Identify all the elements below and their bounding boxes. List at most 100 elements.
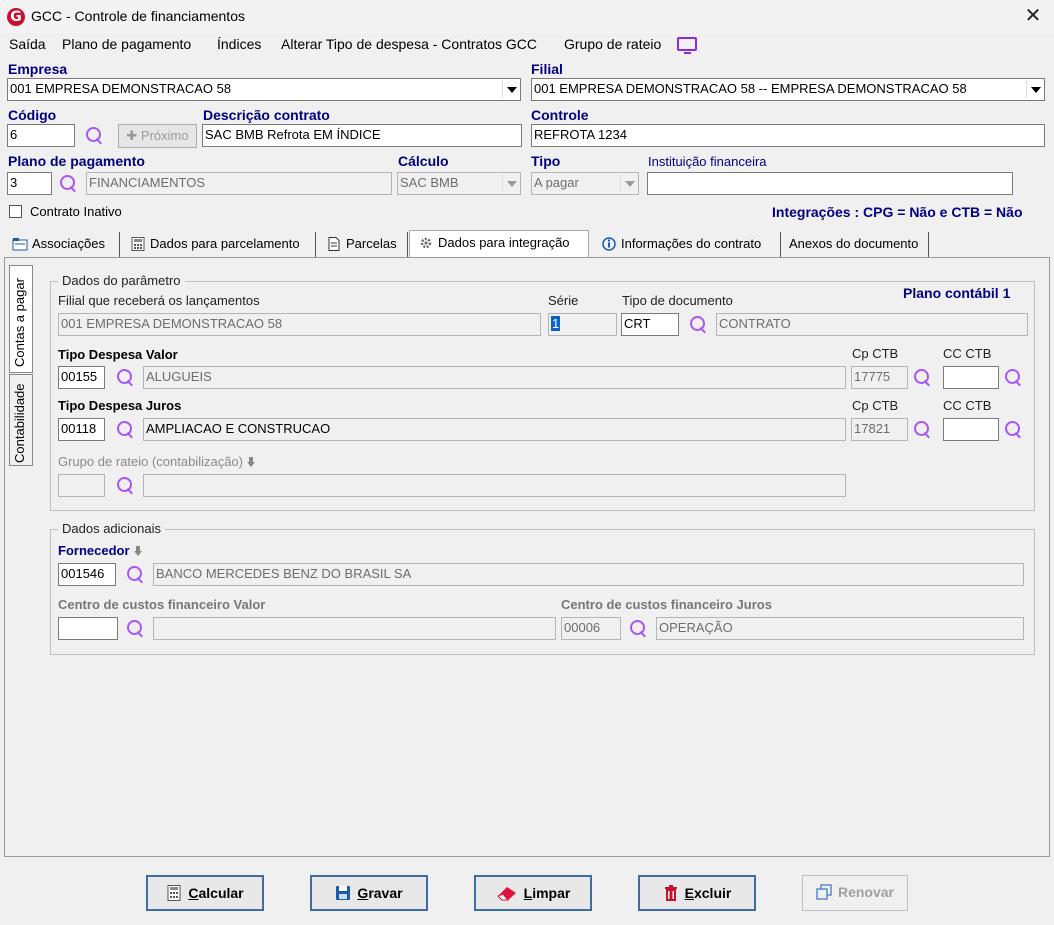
controle-input[interactable]: REFROTA 1234 bbox=[531, 124, 1045, 147]
cp-ctb-label: Cp CTB bbox=[852, 346, 899, 361]
renovar-button[interactable]: Renovar bbox=[802, 875, 908, 911]
instituicao-input[interactable] bbox=[647, 172, 1013, 195]
fornecedor-label: Fornecedor bbox=[58, 543, 142, 558]
search-icon[interactable] bbox=[125, 564, 147, 586]
instituicao-label: Instituição financeira bbox=[648, 154, 767, 169]
calculo-value: SAC BMB bbox=[400, 175, 459, 190]
empresa-select[interactable]: 001 EMPRESA DEMONSTRACAO 58 bbox=[7, 78, 521, 101]
despesa-valor-label: Tipo Despesa Valor bbox=[58, 347, 178, 362]
tab-label: Anexos do documento bbox=[789, 236, 919, 251]
gravar-label: ravar bbox=[368, 885, 403, 901]
chevron-down-icon[interactable] bbox=[502, 80, 519, 98]
proximo-button[interactable]: ✚ Próximo bbox=[118, 124, 197, 148]
search-icon[interactable] bbox=[115, 419, 137, 441]
calcular-button[interactable]: Calcular bbox=[146, 875, 264, 911]
search-icon[interactable] bbox=[1003, 419, 1025, 441]
calculo-label: Cálculo bbox=[398, 153, 449, 169]
chevron-down-icon bbox=[620, 174, 637, 192]
search-icon[interactable] bbox=[115, 475, 137, 497]
excluir-mnemonic: E bbox=[684, 885, 694, 901]
fornecedor-name-field: BANCO MERCEDES BENZ DO BRASIL SA bbox=[153, 563, 1024, 586]
gear-icon bbox=[420, 237, 432, 249]
trash-icon bbox=[664, 885, 677, 901]
tab-anexos-documento[interactable]: Anexos do documento bbox=[783, 232, 929, 258]
arrow-down-icon bbox=[247, 457, 255, 467]
descricao-input[interactable]: SAC BMB Refrota EM ÍNDICE bbox=[202, 124, 522, 147]
integracoes-status: Integrações : CPG = Não e CTB = Não bbox=[772, 204, 1023, 220]
menu-plano-pagamento[interactable]: Plano de pagamento bbox=[62, 36, 191, 52]
plano-label: Plano de pagamento bbox=[8, 153, 145, 169]
despesa-juros-label: Tipo Despesa Juros bbox=[58, 398, 182, 413]
search-icon[interactable] bbox=[1003, 367, 1025, 389]
search-icon[interactable] bbox=[688, 314, 710, 336]
tab-label: Dados para integração bbox=[438, 235, 570, 250]
cc-ctb-label: CC CTB bbox=[943, 346, 992, 361]
chevron-down-icon[interactable] bbox=[1026, 80, 1043, 98]
cc-ctb-input[interactable] bbox=[943, 366, 999, 389]
proximo-label: Próximo bbox=[140, 128, 189, 143]
plano-code-input[interactable]: 3 bbox=[7, 172, 52, 195]
search-icon[interactable] bbox=[628, 618, 650, 640]
menu-grupo-rateio[interactable]: Grupo de rateio bbox=[564, 36, 661, 52]
tab-dados-parcelamento[interactable]: Dados para parcelamento bbox=[122, 232, 316, 258]
excluir-button[interactable]: Excluir bbox=[638, 875, 756, 911]
search-icon[interactable] bbox=[115, 367, 137, 389]
save-icon bbox=[336, 886, 351, 900]
tab-parcelas[interactable]: Parcelas bbox=[318, 232, 408, 258]
vtab-label: Contabilidade bbox=[12, 383, 27, 463]
calcular-mnemonic: C bbox=[188, 885, 199, 901]
tab-informacoes-contrato[interactable]: Informações do contrato bbox=[593, 232, 781, 258]
tab-associacoes[interactable]: Associações bbox=[4, 232, 120, 258]
window-title: GCC - Controle de financiamentos bbox=[31, 8, 245, 24]
limpar-button[interactable]: Limpar bbox=[474, 875, 592, 911]
cp-ctb-label: Cp CTB bbox=[852, 398, 899, 413]
search-icon[interactable] bbox=[912, 419, 934, 441]
grupo-rateio-label-text: Grupo de rateio (contabilização) bbox=[58, 454, 243, 469]
menu-saida[interactable]: Saída bbox=[9, 36, 46, 52]
despesa-juros-code-input[interactable]: 00118 bbox=[58, 418, 105, 441]
search-icon[interactable] bbox=[125, 618, 147, 640]
tipo-label: Tipo bbox=[531, 153, 561, 169]
vtab-contabilidade[interactable]: Contabilidade bbox=[9, 374, 33, 466]
tab-dados-integracao[interactable]: Dados para integração bbox=[409, 230, 589, 258]
renovar-label: Renovar bbox=[837, 884, 895, 900]
arrow-down-icon bbox=[134, 546, 142, 556]
tab-label: Dados para parcelamento bbox=[150, 236, 300, 251]
tab-label: Parcelas bbox=[346, 236, 397, 251]
close-icon[interactable]: ✕ bbox=[1020, 4, 1046, 28]
filial-select[interactable]: 001 EMPRESA DEMONSTRACAO 58 -- EMPRESA D… bbox=[531, 78, 1045, 101]
tipo-value: A pagar bbox=[534, 175, 579, 190]
filial-value: 001 EMPRESA DEMONSTRACAO 58 -- EMPRESA D… bbox=[534, 81, 967, 96]
grupo-rateio-code-field bbox=[58, 474, 105, 497]
tipo-documento-input[interactable]: CRT bbox=[621, 313, 679, 336]
cc-ctb-input[interactable] bbox=[943, 418, 999, 441]
grupo-rateio-name-field bbox=[143, 474, 846, 497]
info-icon bbox=[602, 237, 616, 251]
search-icon[interactable] bbox=[84, 125, 106, 147]
tipo-select: A pagar bbox=[531, 172, 639, 195]
gravar-button[interactable]: Gravar bbox=[310, 875, 428, 911]
search-icon[interactable] bbox=[912, 367, 934, 389]
cc-juros-name-field: OPERAÇÃO bbox=[656, 617, 1024, 640]
group-title: Dados adicionais bbox=[58, 521, 166, 536]
menu-alterar-tipo-despesa[interactable]: Alterar Tipo de despesa - Contratos GCC bbox=[281, 36, 537, 52]
calculator-icon bbox=[131, 237, 145, 251]
vtab-contas-a-pagar[interactable]: Contas a pagar bbox=[9, 265, 33, 373]
despesa-valor-code-input[interactable]: 00155 bbox=[58, 366, 105, 389]
despesa-juros-name-field: AMPLIACAO E CONSTRUCAO bbox=[143, 418, 846, 441]
contrato-inativo-checkbox[interactable] bbox=[9, 205, 22, 218]
gravar-mnemonic: G bbox=[357, 885, 369, 901]
serie-label: Série bbox=[548, 293, 579, 308]
plano-contabil-label: Plano contábil 1 bbox=[903, 285, 1011, 301]
monitor-icon[interactable] bbox=[677, 37, 697, 54]
fornecedor-code-input[interactable]: 001546 bbox=[58, 563, 116, 586]
filial-lancamentos-label: Filial que receberá os lançamentos bbox=[58, 293, 260, 308]
fornecedor-label-text: Fornecedor bbox=[58, 543, 130, 558]
plus-icon: ✚ bbox=[126, 128, 141, 143]
search-icon[interactable] bbox=[58, 173, 80, 195]
codigo-input[interactable]: 6 bbox=[7, 124, 75, 147]
contrato-inativo-label: Contrato Inativo bbox=[30, 204, 122, 219]
cc-valor-code-input[interactable] bbox=[58, 617, 118, 640]
app-logo-icon: G bbox=[7, 8, 25, 26]
menu-indices[interactable]: Índices bbox=[217, 36, 261, 52]
